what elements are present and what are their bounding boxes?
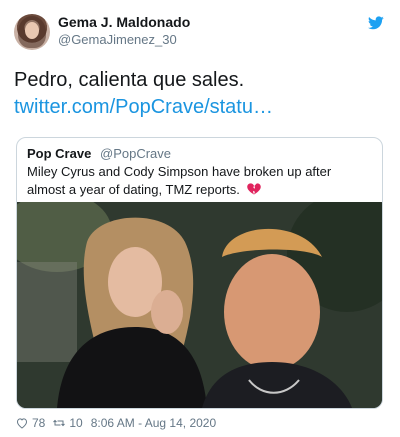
tweet-footer: 78 10 8:06 AM - Aug 14, 2020 bbox=[16, 416, 216, 430]
retweet-icon[interactable] bbox=[53, 417, 66, 429]
avatar-face bbox=[25, 22, 39, 39]
twitter-bird-icon[interactable] bbox=[368, 16, 384, 30]
like-count[interactable]: 78 bbox=[32, 416, 45, 430]
tweet-text: Pedro, calienta que sales. bbox=[14, 69, 245, 91]
tweet-link[interactable]: twitter.com/PopCrave/statu… bbox=[14, 94, 386, 120]
avatar[interactable] bbox=[14, 14, 50, 50]
railing bbox=[17, 262, 77, 362]
man-face bbox=[224, 254, 320, 370]
tweet-card: Gema J. Maldonado @GemaJimenez_30 Pedro,… bbox=[0, 0, 400, 437]
author-name[interactable]: Gema J. Maldonado bbox=[58, 14, 190, 30]
quoted-tweet[interactable]: Pop Crave @PopCrave Miley Cyrus and Cody… bbox=[16, 137, 383, 409]
broken-heart-icon bbox=[246, 183, 261, 195]
timestamp[interactable]: 8:06 AM - Aug 14, 2020 bbox=[91, 416, 216, 430]
quoted-photo[interactable] bbox=[17, 202, 382, 408]
quoted-text: Miley Cyrus and Cody Simpson have broken… bbox=[27, 164, 332, 197]
quoted-author-handle[interactable]: @PopCrave bbox=[100, 146, 171, 161]
author-handle[interactable]: @GemaJimenez_30 bbox=[58, 32, 177, 47]
quoted-author-name[interactable]: Pop Crave bbox=[27, 146, 91, 161]
quoted-text-block: Miley Cyrus and Cody Simpson have broken… bbox=[27, 163, 372, 199]
woman-hand bbox=[151, 290, 183, 334]
heart-outline-icon[interactable] bbox=[16, 417, 28, 429]
retweet-count[interactable]: 10 bbox=[69, 416, 82, 430]
